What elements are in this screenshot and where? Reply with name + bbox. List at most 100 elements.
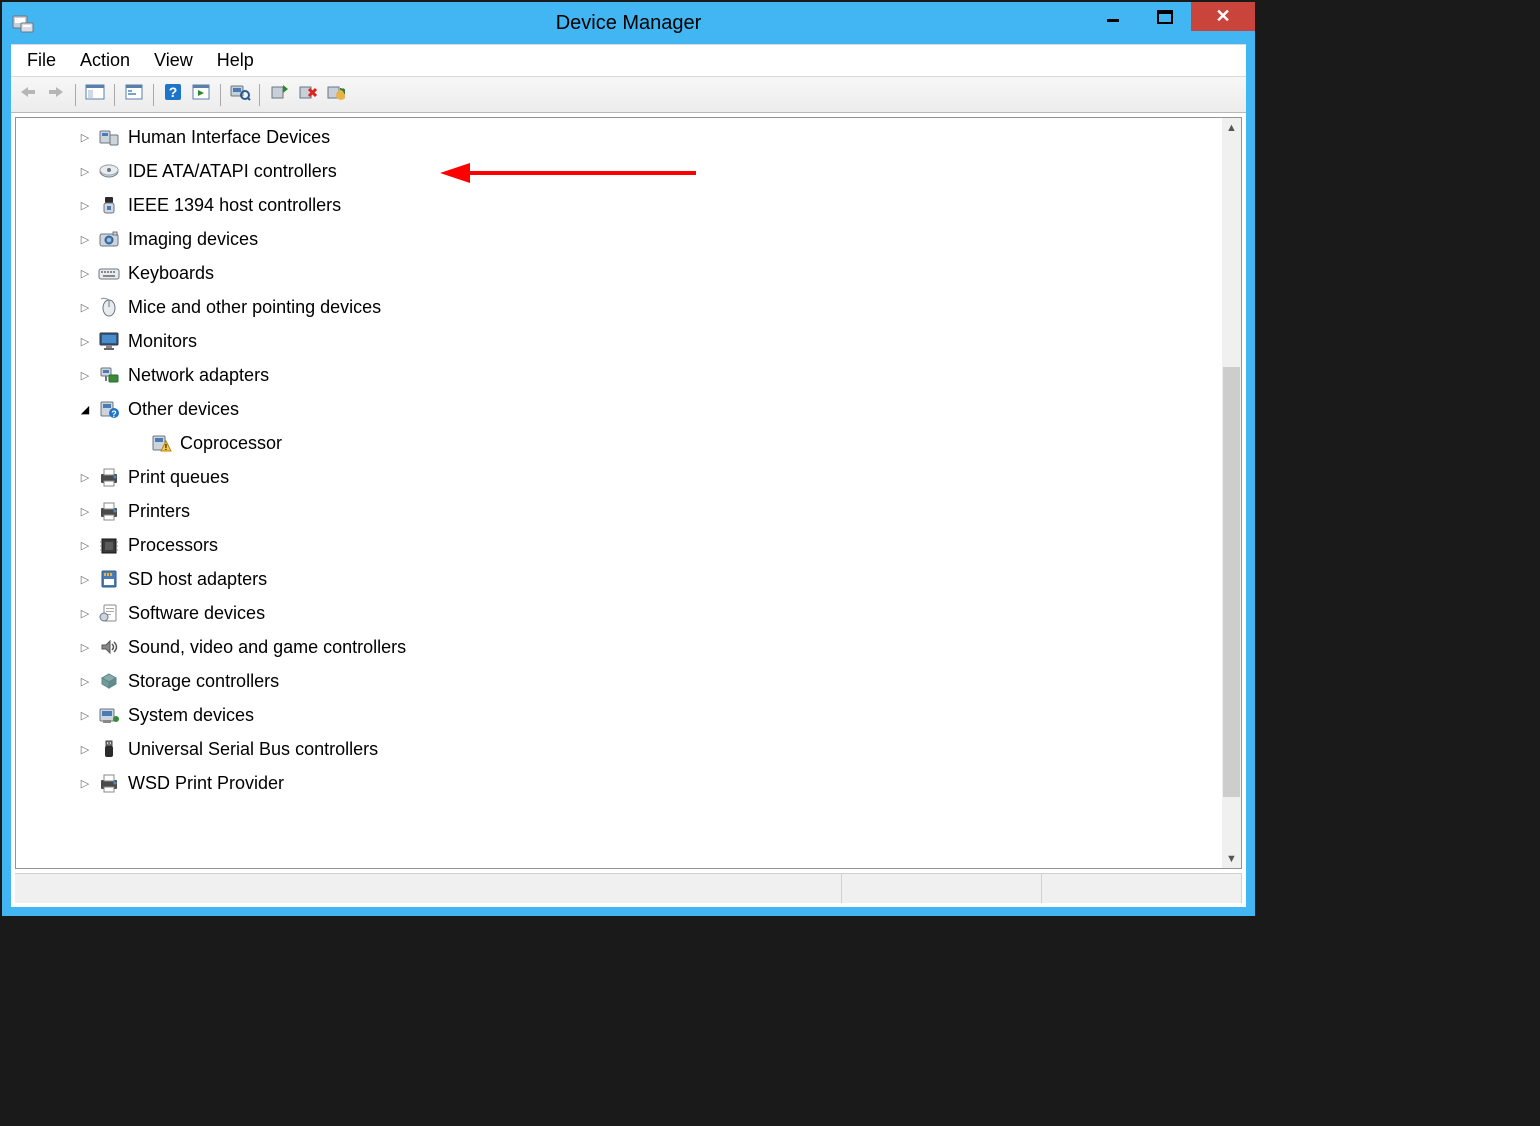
expand-triangle-icon[interactable]: ▷	[78, 368, 92, 382]
toolbar-properties[interactable]	[121, 82, 147, 108]
expand-triangle-icon[interactable]: ▷	[78, 674, 92, 688]
add-legacy-icon	[325, 83, 345, 106]
expand-triangle-icon[interactable]: ▷	[78, 708, 92, 722]
toolbar-back[interactable]	[15, 82, 41, 108]
forward-arrow-icon	[46, 85, 66, 104]
expand-triangle-icon[interactable]: ▷	[78, 232, 92, 246]
expand-triangle-icon[interactable]: ▷	[78, 164, 92, 178]
back-arrow-icon	[18, 85, 38, 104]
system-device-icon	[98, 704, 120, 726]
window-title: Device Manager	[2, 12, 1255, 35]
tree-item-child[interactable]: !Coprocessor	[18, 426, 1241, 460]
tree-item[interactable]: ▷ System devices	[18, 698, 1241, 732]
tree-item-label: Print queues	[128, 467, 229, 488]
imaging-icon	[98, 228, 120, 250]
tree-item[interactable]: ▷Network adapters	[18, 358, 1241, 392]
expand-triangle-icon[interactable]: ▷	[78, 640, 92, 654]
status-cell	[1042, 874, 1242, 903]
expand-triangle-icon[interactable]: ▷	[78, 776, 92, 790]
expand-triangle-icon[interactable]: ▷	[78, 198, 92, 212]
toolbar-separator	[259, 84, 260, 106]
toolbar-console-tree[interactable]	[82, 82, 108, 108]
tree-item[interactable]: ▷ Monitors	[18, 324, 1241, 358]
tree-item-label: Printers	[128, 501, 190, 522]
tree-item[interactable]: ▷Storage controllers	[18, 664, 1241, 698]
console-tree-icon	[85, 83, 105, 106]
toolbar-help[interactable]: ?	[160, 82, 186, 108]
tree-item[interactable]: ◢?Other devices	[18, 392, 1241, 426]
expand-triangle-icon[interactable]: ▷	[78, 130, 92, 144]
toolbar-scan-hardware[interactable]	[227, 82, 253, 108]
sd-adapter-icon	[98, 568, 120, 590]
tree-item[interactable]: ▷ IEEE 1394 host controllers	[18, 188, 1241, 222]
tree-item[interactable]: ▷ Keyboards	[18, 256, 1241, 290]
expand-triangle-icon[interactable]: ▷	[78, 742, 92, 756]
maximize-button[interactable]	[1139, 2, 1191, 31]
statusbar	[15, 873, 1242, 903]
toolbar-uninstall[interactable]	[294, 82, 320, 108]
uninstall-icon	[297, 83, 317, 106]
toolbar-update-driver[interactable]	[266, 82, 292, 108]
tree-item[interactable]: ▷SD host adapters	[18, 562, 1241, 596]
expand-triangle-icon[interactable]: ▷	[78, 572, 92, 586]
expand-triangle-icon[interactable]: ▷	[78, 606, 92, 620]
titlebar[interactable]: Device Manager ✕	[2, 2, 1255, 44]
tree-item[interactable]: ▷WSD Print Provider	[18, 766, 1241, 800]
scroll-down-arrow-icon[interactable]: ▼	[1222, 849, 1241, 868]
menu-action[interactable]: Action	[68, 47, 142, 74]
expand-triangle-icon[interactable]: ▷	[78, 538, 92, 552]
keyboard-icon	[98, 262, 120, 284]
scrollbar-thumb[interactable]	[1223, 367, 1240, 797]
vertical-scrollbar[interactable]: ▲ ▼	[1222, 118, 1241, 868]
toolbar: ?	[11, 77, 1246, 113]
menubar: File Action View Help	[11, 44, 1246, 77]
tree-item[interactable]: ▷ Printers	[18, 494, 1241, 528]
tree-item-label: Human Interface Devices	[128, 127, 330, 148]
svg-text:?: ?	[169, 84, 178, 100]
window-controls: ✕	[1087, 2, 1255, 34]
menu-file[interactable]: File	[15, 47, 68, 74]
tree-item-label: Universal Serial Bus controllers	[128, 739, 378, 760]
menu-view[interactable]: View	[142, 47, 205, 74]
tree-item[interactable]: ▷Sound, video and game controllers	[18, 630, 1241, 664]
toolbar-add-legacy[interactable]	[322, 82, 348, 108]
expand-triangle-icon[interactable]: ▷	[78, 266, 92, 280]
tree-item-label: Monitors	[128, 331, 197, 352]
content-area: ▷ Human Interface Devices ▷ IDE ATA/ATAPI c…	[15, 117, 1242, 869]
sound-video-icon	[98, 636, 120, 658]
tree-item[interactable]: ▷Imaging devices	[18, 222, 1241, 256]
expand-triangle-icon[interactable]: ▷	[78, 470, 92, 484]
help-icon: ?	[164, 83, 182, 106]
tree-item[interactable]: ▷ Print queues	[18, 460, 1241, 494]
expand-triangle-icon[interactable]: ▷	[78, 334, 92, 348]
printer-icon	[98, 500, 120, 522]
tree-item[interactable]: ▷ IDE ATA/ATAPI controllers	[18, 154, 1241, 188]
collapse-triangle-icon[interactable]: ◢	[78, 402, 92, 416]
menu-help[interactable]: Help	[205, 47, 266, 74]
close-button[interactable]: ✕	[1191, 2, 1255, 31]
play-sheet-icon	[191, 83, 211, 106]
tree-item[interactable]: ▷Software devices	[18, 596, 1241, 630]
toolbar-forward[interactable]	[43, 82, 69, 108]
tree-item[interactable]: ▷Processors	[18, 528, 1241, 562]
tree-item[interactable]: ▷ Human Interface Devices	[18, 120, 1241, 154]
tree-item-label: Mice and other pointing devices	[128, 297, 381, 318]
toolbar-action-hint[interactable]	[188, 82, 214, 108]
scan-hardware-icon	[229, 83, 251, 106]
scroll-up-arrow-icon[interactable]: ▲	[1222, 118, 1241, 137]
device-tree[interactable]: ▷ Human Interface Devices ▷ IDE ATA/ATAPI c…	[16, 118, 1241, 868]
tree-item-label: IDE ATA/ATAPI controllers	[128, 161, 337, 182]
toolbar-separator	[220, 84, 221, 106]
tree-item-label: System devices	[128, 705, 254, 726]
expand-triangle-icon[interactable]: ▷	[78, 300, 92, 314]
tree-item-label: Keyboards	[128, 263, 214, 284]
other-icon: ?	[98, 398, 120, 420]
app-icon	[12, 13, 34, 33]
tree-item[interactable]: ▷ Universal Serial Bus controllers	[18, 732, 1241, 766]
device-manager-window: Device Manager ✕ File Action View Help ?…	[2, 2, 1255, 916]
minimize-button[interactable]	[1087, 2, 1139, 31]
expand-triangle-icon[interactable]: ▷	[78, 504, 92, 518]
tree-item-label: IEEE 1394 host controllers	[128, 195, 341, 216]
tree-item[interactable]: ▷ Mice and other pointing devices	[18, 290, 1241, 324]
hid-icon	[98, 126, 120, 148]
